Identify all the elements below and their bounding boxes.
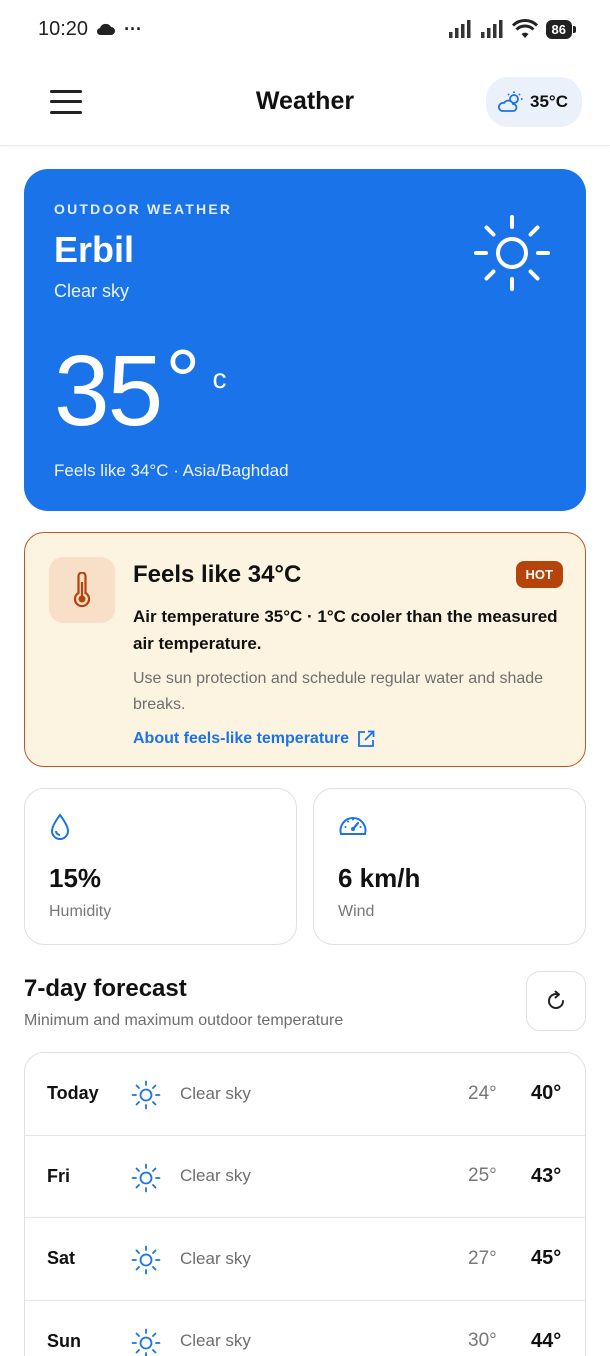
speedometer-icon	[339, 817, 367, 835]
wind-label: Wind	[338, 903, 375, 920]
humidity-label: Humidity	[49, 903, 112, 920]
battery-indicator: 86	[545, 19, 577, 39]
signal-icon	[448, 20, 471, 38]
forecast-list: Today Clear sky 24° 40° Fri Clear sky 25…	[24, 1052, 586, 1356]
refresh-icon	[548, 990, 564, 1009]
menu-line	[50, 100, 82, 103]
menu-line	[50, 89, 82, 93]
forecast-row-sun[interactable]: Sun Clear sky 30° 44°	[25, 1301, 585, 1356]
forecast-title: 7-day forecast	[24, 975, 187, 1002]
sun-icon	[131, 1245, 161, 1275]
hot-badge: HOT	[515, 561, 563, 588]
forecast-condition: Clear sky	[180, 1166, 251, 1186]
forecast-row-today[interactable]: Today Clear sky 24° 40°	[25, 1053, 585, 1136]
forecast-min: 30°	[468, 1330, 497, 1352]
feels-like-title: Feels like 34°C	[133, 561, 302, 588]
temperature-degree: °	[165, 331, 201, 430]
status-left: 10:20 ···	[38, 18, 142, 41]
feels-like-advice: Use sun protection and schedule regular …	[133, 670, 544, 713]
wind-card: 6 km/h Wind	[313, 788, 586, 945]
refresh-button[interactable]	[526, 971, 586, 1031]
forecast-min: 27°	[468, 1247, 497, 1269]
forecast-condition: Clear sky	[180, 1083, 251, 1103]
temperature-chip[interactable]: 35°C	[486, 76, 582, 127]
current-temperature: 35 ° c	[54, 331, 227, 447]
app-bar: Weather 35°C	[0, 58, 610, 146]
forecast-row-fri[interactable]: Fri Clear sky 25° 43°	[25, 1136, 585, 1218]
forecast-condition: Clear sky	[180, 1331, 251, 1351]
forecast-max: 44°	[531, 1329, 562, 1352]
wifi-icon	[511, 19, 538, 38]
status-dots: ···	[124, 18, 143, 39]
status-time: 10:20	[38, 17, 89, 40]
feels-like-description: Air temperature 35°C · 1°C cooler than t…	[133, 607, 558, 653]
forecast-day: Sun	[47, 1330, 81, 1351]
status-bar: 10:20 ··· 86	[0, 0, 610, 58]
feels-like-link-label: About feels-like temperature	[133, 730, 350, 747]
menu-button[interactable]	[50, 89, 82, 114]
sun-icon	[131, 1080, 161, 1110]
thermometer-badge	[49, 557, 115, 623]
forecast-day: Today	[47, 1083, 99, 1104]
forecast-day: Fri	[47, 1165, 71, 1186]
forecast-min: 24°	[468, 1082, 497, 1104]
forecast-condition: Clear sky	[180, 1248, 251, 1268]
humidity-card: 15% Humidity	[24, 788, 297, 945]
sun-icon	[474, 215, 550, 291]
wind-value: 6 km/h	[338, 863, 421, 893]
sun-icon	[131, 1328, 161, 1356]
status-right: 86	[448, 19, 577, 39]
external-link-icon	[358, 730, 375, 747]
feels-like-card: Feels like 34°C HOT Air temperature 35°C…	[24, 532, 586, 767]
forecast-min: 25°	[468, 1165, 497, 1187]
temperature-value: 35	[54, 335, 163, 447]
menu-line	[50, 110, 82, 114]
forecast-max: 43°	[531, 1164, 562, 1187]
feels-like-content: Feels like 34°C HOT Air temperature 35°C…	[133, 561, 563, 748]
cloud-icon	[97, 23, 116, 36]
temperature-unit: c	[212, 363, 227, 394]
thermometer-icon	[73, 572, 91, 608]
outdoor-weather-card: OUTDOOR WEATHER Erbil Clear sky 35 ° c F…	[24, 169, 586, 511]
feels-like-info-link[interactable]: About feels-like temperature	[133, 730, 563, 748]
forecast-day: Sat	[47, 1248, 76, 1269]
humidity-value: 15%	[49, 863, 102, 893]
signal-icon-2	[480, 20, 503, 38]
forecast-subtitle: Minimum and maximum outdoor temperature	[24, 1012, 344, 1029]
forecast-max: 40°	[531, 1082, 562, 1105]
forecast-row-sat[interactable]: Sat Clear sky 27° 45°	[25, 1218, 585, 1301]
feels-like-line: Feels like 34°C · Asia/Baghdad	[54, 461, 289, 480]
sun-icon	[131, 1163, 161, 1192]
forecast-max: 45°	[531, 1247, 562, 1270]
droplet-icon	[50, 813, 70, 840]
partly-cloudy-icon	[498, 91, 523, 112]
temperature-chip-label: 35°C	[530, 91, 568, 111]
